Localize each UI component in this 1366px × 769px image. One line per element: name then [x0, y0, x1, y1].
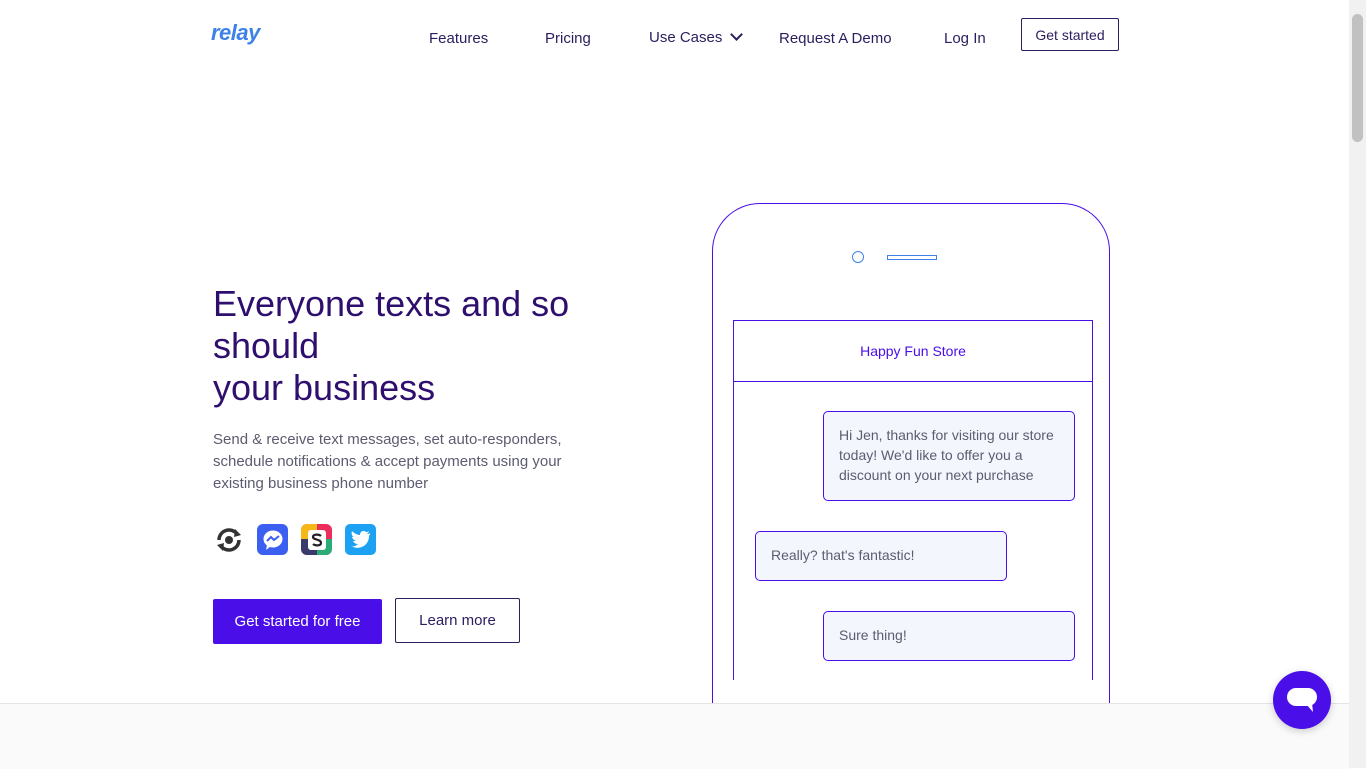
nav-login[interactable]: Log In: [944, 30, 986, 47]
phone-camera: [852, 251, 864, 263]
chevron-down-icon: [730, 28, 744, 41]
chat-bubble-icon: [1287, 688, 1317, 712]
twitter-icon: [345, 524, 376, 555]
circle-arrows-icon: [213, 524, 244, 555]
message-bubble: Sure thing!: [823, 611, 1075, 661]
nav-use-cases[interactable]: Use Cases: [649, 28, 744, 46]
hero-title-line2: your business: [213, 367, 436, 408]
hero-subtitle: Send & receive text messages, set auto-r…: [213, 431, 562, 492]
get-started-button[interactable]: Get started: [1021, 18, 1119, 51]
nav-pricing[interactable]: Pricing: [545, 30, 591, 47]
nav-use-cases-label: Use Cases: [649, 29, 723, 46]
integration-icons: [213, 524, 376, 555]
next-section: [0, 703, 1349, 769]
nav-features[interactable]: Features: [429, 30, 488, 47]
slack-icon: [301, 524, 332, 555]
learn-more-button[interactable]: Learn more: [395, 598, 520, 643]
hero-title-line1: Everyone texts and so should: [213, 283, 570, 366]
relay-logo[interactable]: relay: [211, 20, 260, 46]
messenger-icon: [257, 524, 288, 555]
nav-request-demo[interactable]: Request A Demo: [779, 30, 892, 47]
page-scrollbar[interactable]: [1349, 0, 1366, 768]
chat-launcher-button[interactable]: [1273, 671, 1331, 729]
scrollbar-thumb[interactable]: [1352, 14, 1363, 142]
hero-title: Everyone texts and so should your busine…: [213, 283, 633, 409]
message-bubble: Really? that's fantastic!: [755, 531, 1007, 581]
get-started-free-button[interactable]: Get started for free: [213, 599, 382, 644]
contact-name: Happy Fun Store: [734, 321, 1092, 382]
phone-screen: Happy Fun Store Hi Jen, thanks for visit…: [733, 320, 1093, 680]
phone-speaker: [887, 255, 937, 260]
message-bubble: Hi Jen, thanks for visiting our store to…: [823, 411, 1075, 501]
